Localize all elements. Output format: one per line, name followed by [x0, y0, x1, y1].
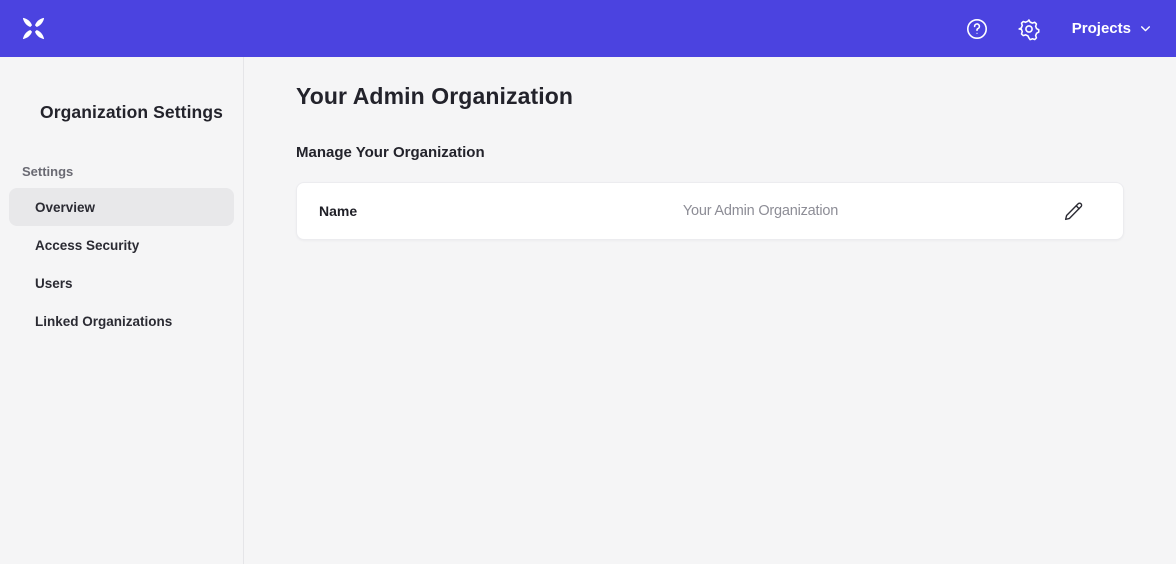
x-logo-icon: [20, 15, 47, 42]
projects-menu[interactable]: Projects: [1072, 20, 1152, 37]
section-title: Manage Your Organization: [296, 144, 1124, 161]
help-icon: [965, 17, 989, 41]
x-logo[interactable]: [20, 15, 47, 42]
chevron-down-icon: [1139, 22, 1152, 35]
name-field-label: Name: [319, 203, 459, 219]
help-button[interactable]: [964, 16, 990, 42]
edit-name-button[interactable]: [1062, 200, 1084, 222]
name-field-value: Your Admin Organization: [459, 203, 1062, 219]
gear-icon: [1017, 17, 1041, 41]
sidebar-section-label: Settings: [22, 164, 243, 179]
topbar-actions: Projects: [964, 16, 1152, 42]
top-navigation-bar: Projects: [0, 0, 1176, 57]
settings-sidebar: Organization Settings Settings Overview …: [0, 57, 244, 564]
sidebar-item-users[interactable]: Users: [9, 264, 234, 302]
page-title: Your Admin Organization: [296, 83, 1124, 110]
page-body: Organization Settings Settings Overview …: [0, 57, 1176, 564]
pencil-icon: [1063, 201, 1084, 222]
projects-label: Projects: [1072, 20, 1131, 37]
settings-button[interactable]: [1016, 16, 1042, 42]
sidebar-nav: Overview Access Security Users Linked Or…: [9, 188, 234, 340]
main-content: Your Admin Organization Manage Your Orga…: [244, 57, 1176, 564]
sidebar-item-access-security[interactable]: Access Security: [9, 226, 234, 264]
sidebar-item-overview[interactable]: Overview: [9, 188, 234, 226]
organization-name-row: Name Your Admin Organization: [296, 182, 1124, 240]
sidebar-item-linked-organizations[interactable]: Linked Organizations: [9, 302, 234, 340]
sidebar-title: Organization Settings: [40, 102, 243, 123]
